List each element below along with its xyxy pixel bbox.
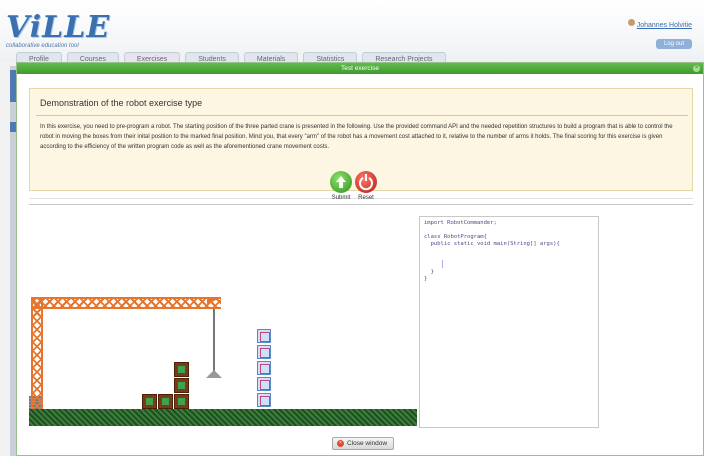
close-window-button[interactable]: × Close window	[332, 437, 395, 450]
dialog-close-icon[interactable]: ×	[693, 65, 700, 72]
target-position	[257, 329, 271, 343]
ground	[29, 409, 417, 426]
user-icon	[627, 19, 635, 27]
user-box: Johannes Holvitie Log out	[627, 14, 692, 50]
exercise-description: In this exercise, you need to pre-progra…	[40, 124, 673, 150]
target-position	[257, 393, 271, 407]
submit-button[interactable]: Submit	[327, 171, 355, 201]
target-position	[257, 361, 271, 375]
robot-simulation-area	[29, 216, 417, 428]
text-cursor	[442, 260, 443, 268]
logout-button[interactable]: Log out	[655, 39, 692, 49]
divider	[29, 204, 693, 205]
code-line: }	[424, 269, 434, 275]
crane-boom	[31, 297, 221, 309]
crane-cable	[213, 309, 215, 372]
code-line: }	[424, 276, 428, 282]
crate	[158, 394, 173, 409]
logo-text: ViLLE	[6, 10, 111, 45]
reset-label: Reset	[358, 195, 374, 201]
ville-logo[interactable]: ViLLE collaborative education tool	[6, 10, 111, 50]
crane-tower	[31, 297, 43, 409]
crate	[174, 362, 189, 377]
close-icon: ×	[337, 439, 344, 447]
submit-label: Submit	[331, 195, 351, 201]
reset-icon	[355, 171, 377, 193]
exercise-title: Demonstration of the robot exercise type	[40, 98, 203, 108]
dialog-title: Test exercise	[341, 65, 379, 72]
divider	[36, 115, 688, 116]
target-position	[257, 377, 271, 391]
user-name-link[interactable]: Johannes Holvitie	[637, 22, 692, 29]
close-window-label: Close window	[347, 440, 388, 447]
crate	[142, 394, 157, 409]
code-editor[interactable]: import RobotCommander; class RobotProgra…	[419, 216, 599, 428]
crate	[174, 378, 189, 393]
crane-hook	[206, 370, 222, 378]
code-line: import RobotCommander;	[424, 220, 497, 226]
test-exercise-dialog: Test exercise × Demonstration of the rob…	[16, 62, 704, 456]
dialog-title-bar[interactable]: Test exercise ×	[17, 63, 703, 74]
submit-icon	[330, 171, 352, 193]
target-position	[257, 345, 271, 359]
crate	[174, 394, 189, 409]
code-line: class RobotProgram{	[424, 234, 487, 240]
code-line: public static void main(String[] args){	[424, 241, 560, 247]
reset-button[interactable]: Reset	[352, 171, 380, 201]
